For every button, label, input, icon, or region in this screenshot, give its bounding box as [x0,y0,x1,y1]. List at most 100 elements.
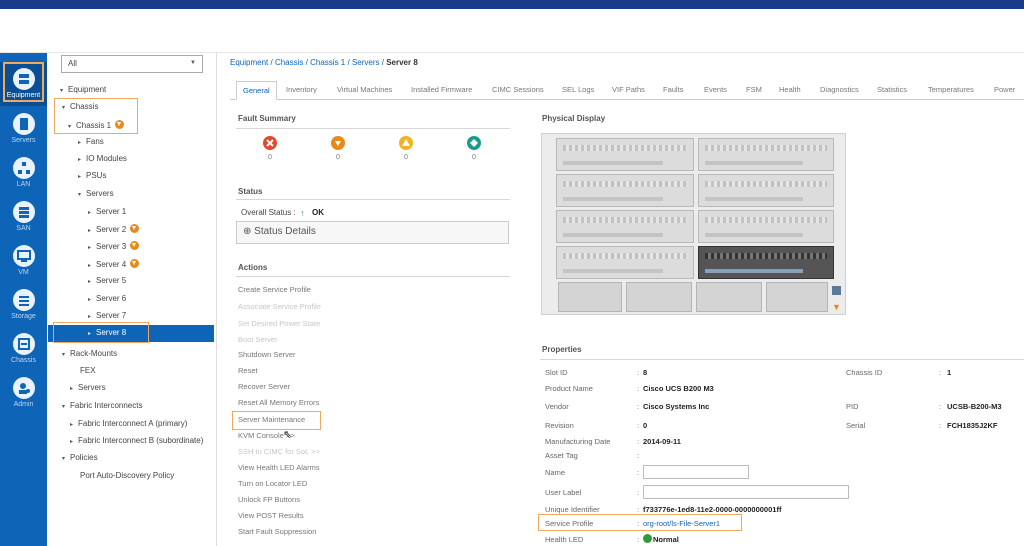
action-view-health-led-alarms[interactable]: View Health LED Alarms [238,463,320,472]
header-bar [0,9,1024,53]
tab-inventory[interactable]: Inventory [280,81,323,100]
blade-slot-6[interactable] [698,210,834,243]
vm-icon [12,245,35,267]
nav-admin[interactable]: Admin [0,371,47,415]
minor-faults[interactable]: 0 [396,136,416,161]
blade-slot-1[interactable] [556,138,694,171]
action-server-maintenance[interactable]: Server Maintenance [238,415,305,424]
tree-node-fi-b[interactable]: ▸ Fabric Interconnect B (subordinate) [70,436,203,445]
tab-diagnostics[interactable]: Diagnostics [814,81,865,100]
tree-node-server-1[interactable]: ▸ Server 1 [88,207,126,216]
tree-node-fans[interactable]: ▸ Fans [78,137,104,146]
tree-node-fex[interactable]: FEX [80,366,96,375]
service-profile-label: Service Profile [545,519,594,528]
breadcrumb-chassis-1[interactable]: Chassis 1 [310,58,345,67]
tree-node-server-2[interactable]: ▸ Server 2 [88,224,140,234]
breadcrumb: Equipment / Chassis / Chassis 1 / Server… [230,58,418,67]
user-label-input[interactable] [643,485,849,499]
nav-lan[interactable]: LAN [0,151,47,195]
admin-icon [12,377,35,399]
actions-title: Actions [238,263,268,272]
tree-node-servers[interactable]: ▾ Servers [78,189,114,198]
nav-servers[interactable]: Servers [0,107,47,151]
action-shutdown-server[interactable]: Shutdown Server [238,350,296,359]
tree-node-rack-mounts[interactable]: ▾ Rack-Mounts [62,349,117,358]
tree-node-server-6[interactable]: ▸ Server 6 [88,294,126,303]
psu-1[interactable] [558,282,622,312]
psu-2[interactable] [626,282,692,312]
blade-slot-3[interactable] [556,174,694,207]
psu-3[interactable] [696,282,762,312]
tree-node-server-5[interactable]: ▸ Server 5 [88,276,126,285]
manufacturing-date-label: Manufacturing Date [545,437,611,446]
action-associate-service-profile: Associate Service Profile [238,302,321,311]
action-unlock-fp-buttons[interactable]: Unlock FP Buttons [238,495,300,504]
tab-temperatures[interactable]: Temperatures [922,81,980,100]
action-reset[interactable]: Reset [238,366,258,375]
tree-node-server-7[interactable]: ▸ Server 7 [88,311,126,320]
tree-node-chassis-1[interactable]: ▾ Chassis 1 [68,120,125,130]
expand-arrow-icon: ▸ [70,422,74,428]
tree-node-chassis[interactable]: ▾ Chassis [62,102,98,111]
nav-vm[interactable]: VM [0,239,47,283]
tab-events[interactable]: Events [698,81,733,100]
divider [236,199,510,200]
tab-cimc-sessions[interactable]: CIMC Sessions [486,81,550,100]
action-recover-server[interactable]: Recover Server [238,382,290,391]
tab-virtual-machines[interactable]: Virtual Machines [331,81,398,100]
blade-slot-5[interactable] [556,210,694,243]
nav-storage[interactable]: Storage [0,283,47,327]
tree-node-server-4[interactable]: ▸ Server 4 [88,259,140,269]
tab-installed-firmware[interactable]: Installed Firmware [405,81,478,100]
product-name-value: Cisco UCS B200 M3 [643,384,714,393]
tab-fsm[interactable]: FSM [740,81,768,100]
tree-node-port-auto-discovery[interactable]: Port Auto-Discovery Policy [80,471,174,480]
tab-health[interactable]: Health [773,81,807,100]
tab-sel-logs[interactable]: SEL Logs [556,81,600,100]
breadcrumb-servers[interactable]: Servers [352,58,380,67]
expand-arrow-icon: ▸ [88,228,92,234]
breadcrumb-chassis[interactable]: Chassis [275,58,303,67]
tree-node-server-8[interactable]: ▸ Server 8 [48,325,214,342]
name-input[interactable] [643,465,749,479]
warning-fault-icon [467,136,481,150]
slot-id-label: Slot ID [545,368,568,377]
nav-chassis[interactable]: Chassis [0,327,47,371]
warning-faults[interactable]: 0 [464,136,484,161]
blade-slot-4[interactable] [698,174,834,207]
action-start-fault-suppression[interactable]: Start Fault Suppression [238,527,316,536]
breadcrumb-equipment[interactable]: Equipment [230,58,268,67]
critical-faults[interactable]: 0 [260,136,280,161]
tree-filter-select[interactable]: All ▼ [61,55,203,73]
collapse-arrow-icon: ▾ [78,192,82,198]
blade-slot-2[interactable] [698,138,834,171]
tab-vif-paths[interactable]: VIF Paths [606,81,651,100]
tab-faults[interactable]: Faults [657,81,689,100]
psu-4[interactable] [766,282,828,312]
warning-icon [130,259,140,268]
tab-statistics[interactable]: Statistics [871,81,913,100]
service-profile-link[interactable]: org-root/ls-File-Server1 [643,519,720,528]
action-view-post-results[interactable]: View POST Results [238,511,304,520]
blade-slot-7[interactable] [556,246,694,279]
nav-san[interactable]: SAN [0,195,47,239]
tree-node-fi-a[interactable]: ▸ Fabric Interconnect A (primary) [70,419,187,428]
tab-power[interactable]: Power [988,81,1021,100]
tree-node-policies[interactable]: ▾ Policies [62,453,98,462]
critical-fault-icon [263,136,277,150]
action-reset-all-memory-errors[interactable]: Reset All Memory Errors [238,398,319,407]
tree-node-io-modules[interactable]: ▸ IO Modules [78,154,127,163]
major-faults[interactable]: 0 [328,136,348,161]
tab-general[interactable]: General [236,81,277,100]
tree-node-rack-servers[interactable]: ▸ Servers [70,383,106,392]
action-turn-on-locator-led[interactable]: Turn on Locator LED [238,479,307,488]
tree-node-server-3[interactable]: ▸ Server 3 [88,241,140,251]
tree-node-fabric-interconnects[interactable]: ▾ Fabric Interconnects [62,401,142,410]
divider [236,128,510,129]
blade-slot-8-selected[interactable] [698,246,834,279]
status-details-expander[interactable]: ⊕ Status Details [236,221,509,244]
action-create-service-profile[interactable]: Create Service Profile [238,285,311,294]
collapse-arrow-icon: ▾ [68,124,72,130]
tree-node-equipment[interactable]: ▾ Equipment [60,85,106,94]
tree-node-psus[interactable]: ▸ PSUs [78,171,106,180]
